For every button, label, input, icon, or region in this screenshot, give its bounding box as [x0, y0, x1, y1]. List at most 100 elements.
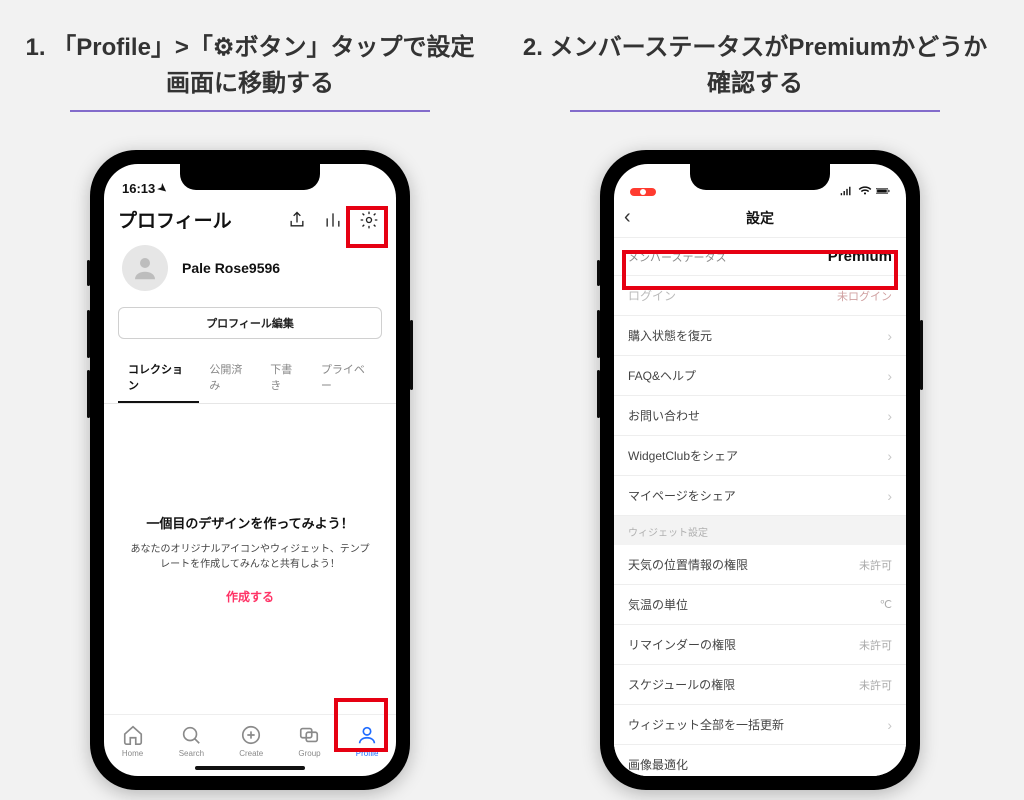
phone-settings-screen: ‹ 設定 メンバーステータス Premium ログイン 未ログイン 購入状態を復…: [614, 164, 906, 776]
nav-home[interactable]: Home: [122, 724, 144, 758]
row-image-opt-label: 画像最適化: [628, 756, 688, 773]
tab-drafts[interactable]: 下書き: [260, 353, 311, 403]
edit-profile-button[interactable]: プロフィール編集: [118, 307, 382, 339]
phone-side-button: [597, 260, 600, 286]
phone-side-button: [597, 310, 600, 358]
row-login-value: 未ログイン: [837, 288, 892, 304]
profile-title: プロフィール: [118, 206, 274, 233]
row-weather-label: 天気の位置情報の権限: [628, 556, 748, 573]
row-reminder-value: 未許可: [859, 637, 892, 653]
step2-underline: [570, 110, 940, 112]
row-temp[interactable]: 気温の単位 ℃: [614, 585, 906, 625]
settings-title: 設定: [746, 208, 774, 228]
location-icon: ➤: [155, 181, 170, 197]
tab-private[interactable]: プライベー: [311, 353, 382, 403]
row-image-opt[interactable]: 画像最適化: [614, 745, 906, 776]
chevron-right-icon: ›: [887, 448, 892, 464]
row-schedule-value: 未許可: [859, 677, 892, 693]
row-faq[interactable]: FAQ&ヘルプ ›: [614, 356, 906, 396]
profile-tabs: コレクション 公開済み 下書き プライベー: [104, 353, 396, 404]
status-time-text: 16:13: [122, 181, 155, 196]
promo-create-button[interactable]: 作成する: [226, 588, 274, 605]
phone-side-button: [87, 310, 90, 358]
chevron-right-icon: ›: [887, 717, 892, 733]
member-status-value: Premium: [828, 248, 892, 265]
back-icon[interactable]: ‹: [624, 206, 631, 229]
record-dot-icon: [640, 189, 646, 195]
row-temp-value: ℃: [880, 598, 892, 611]
row-refresh-all[interactable]: ウィジェット全部を一括更新 ›: [614, 705, 906, 745]
stats-icon[interactable]: [320, 207, 346, 233]
phone-side-button: [920, 320, 923, 390]
phone-profile-screen: 16:13 ➤ プロフィール Pale Rose9596 プロフィール編集: [104, 164, 396, 776]
settings-header: ‹ 設定: [614, 198, 906, 238]
promo-title: 一個目のデザインを作ってみよう！: [146, 513, 353, 532]
tab-collection[interactable]: コレクション: [118, 353, 199, 403]
tab-published[interactable]: 公開済み: [199, 353, 260, 403]
nav-search[interactable]: Search: [179, 724, 204, 758]
signal-icon: [840, 186, 854, 196]
empty-promo: 一個目のデザインを作ってみよう！ あなたのオリジナルアイコンやウィジェット、テン…: [104, 404, 396, 714]
status-time: 16:13 ➤: [122, 181, 167, 196]
promo-subtitle: あなたのオリジナルアイコンやウィジェット、テンプレートを作成してみんなと共有しよ…: [130, 542, 370, 572]
row-reminder-label: リマインダーの権限: [628, 636, 736, 653]
phone-side-button: [410, 320, 413, 390]
gear-icon[interactable]: [356, 207, 382, 233]
row-login-label: ログイン: [628, 287, 676, 304]
row-share-wc[interactable]: WidgetClubをシェア ›: [614, 436, 906, 476]
step1-text: 1. 「Profile」>「⚙︎ボタン」タップで設定画面に移動する: [26, 34, 475, 97]
row-schedule-label: スケジュールの権限: [628, 676, 735, 693]
row-refresh-all-label: ウィジェット全部を一括更新: [628, 716, 784, 733]
nav-group-label: Group: [298, 749, 320, 758]
row-faq-label: FAQ&ヘルプ: [628, 367, 696, 384]
step1-heading: 1. 「Profile」>「⚙︎ボタン」タップで設定画面に移動する: [15, 30, 485, 112]
phone-side-button: [87, 370, 90, 418]
row-restore-label: 購入状態を復元: [628, 327, 712, 344]
row-member-status[interactable]: メンバーステータス Premium: [614, 238, 906, 276]
chevron-right-icon: ›: [887, 488, 892, 504]
nav-profile-label: Profile: [356, 749, 379, 758]
share-icon[interactable]: [284, 207, 310, 233]
phone-side-button: [597, 370, 600, 418]
row-share-wc-label: WidgetClubをシェア: [628, 447, 738, 464]
phone-side-button: [87, 260, 90, 286]
nav-create[interactable]: Create: [239, 724, 263, 758]
member-status-label: メンバーステータス: [628, 249, 726, 265]
chevron-right-icon: ›: [887, 368, 892, 384]
row-reminder[interactable]: リマインダーの権限 未許可: [614, 625, 906, 665]
row-contact[interactable]: お問い合わせ ›: [614, 396, 906, 436]
notch: [690, 164, 830, 190]
user-row: Pale Rose9596: [104, 239, 396, 303]
username: Pale Rose9596: [182, 260, 280, 276]
row-weather-value: 未許可: [859, 557, 892, 573]
avatar[interactable]: [122, 245, 168, 291]
step2-text: 2. メンバーステータスがPremiumかどうか確認する: [523, 34, 987, 97]
row-restore[interactable]: 購入状態を復元 ›: [614, 316, 906, 356]
step1-underline: [70, 110, 430, 112]
status-icons: [840, 186, 890, 196]
recording-pill[interactable]: [630, 188, 656, 196]
settings-list[interactable]: メンバーステータス Premium ログイン 未ログイン 購入状態を復元 › F…: [614, 238, 906, 776]
nav-profile[interactable]: Profile: [356, 724, 379, 758]
wifi-icon: [858, 186, 872, 196]
chevron-right-icon: ›: [887, 408, 892, 424]
phone-settings: ‹ 設定 メンバーステータス Premium ログイン 未ログイン 購入状態を復…: [600, 150, 920, 790]
row-share-mypage-label: マイページをシェア: [628, 487, 736, 504]
nav-create-label: Create: [239, 749, 263, 758]
profile-header: プロフィール: [104, 198, 396, 239]
row-temp-label: 気温の単位: [628, 596, 688, 613]
step2-heading: 2. メンバーステータスがPremiumかどうか確認する: [520, 30, 990, 112]
row-share-mypage[interactable]: マイページをシェア ›: [614, 476, 906, 516]
home-indicator: [195, 766, 305, 770]
chevron-right-icon: ›: [887, 328, 892, 344]
notch: [180, 164, 320, 190]
section-widget: ウィジェット設定: [614, 516, 906, 545]
nav-search-label: Search: [179, 749, 204, 758]
phone-profile: 16:13 ➤ プロフィール Pale Rose9596 プロフィール編集: [90, 150, 410, 790]
row-login[interactable]: ログイン 未ログイン: [614, 276, 906, 316]
row-contact-label: お問い合わせ: [628, 407, 700, 424]
nav-group[interactable]: Group: [298, 724, 320, 758]
nav-home-label: Home: [122, 749, 143, 758]
row-schedule[interactable]: スケジュールの権限 未許可: [614, 665, 906, 705]
row-weather[interactable]: 天気の位置情報の権限 未許可: [614, 545, 906, 585]
